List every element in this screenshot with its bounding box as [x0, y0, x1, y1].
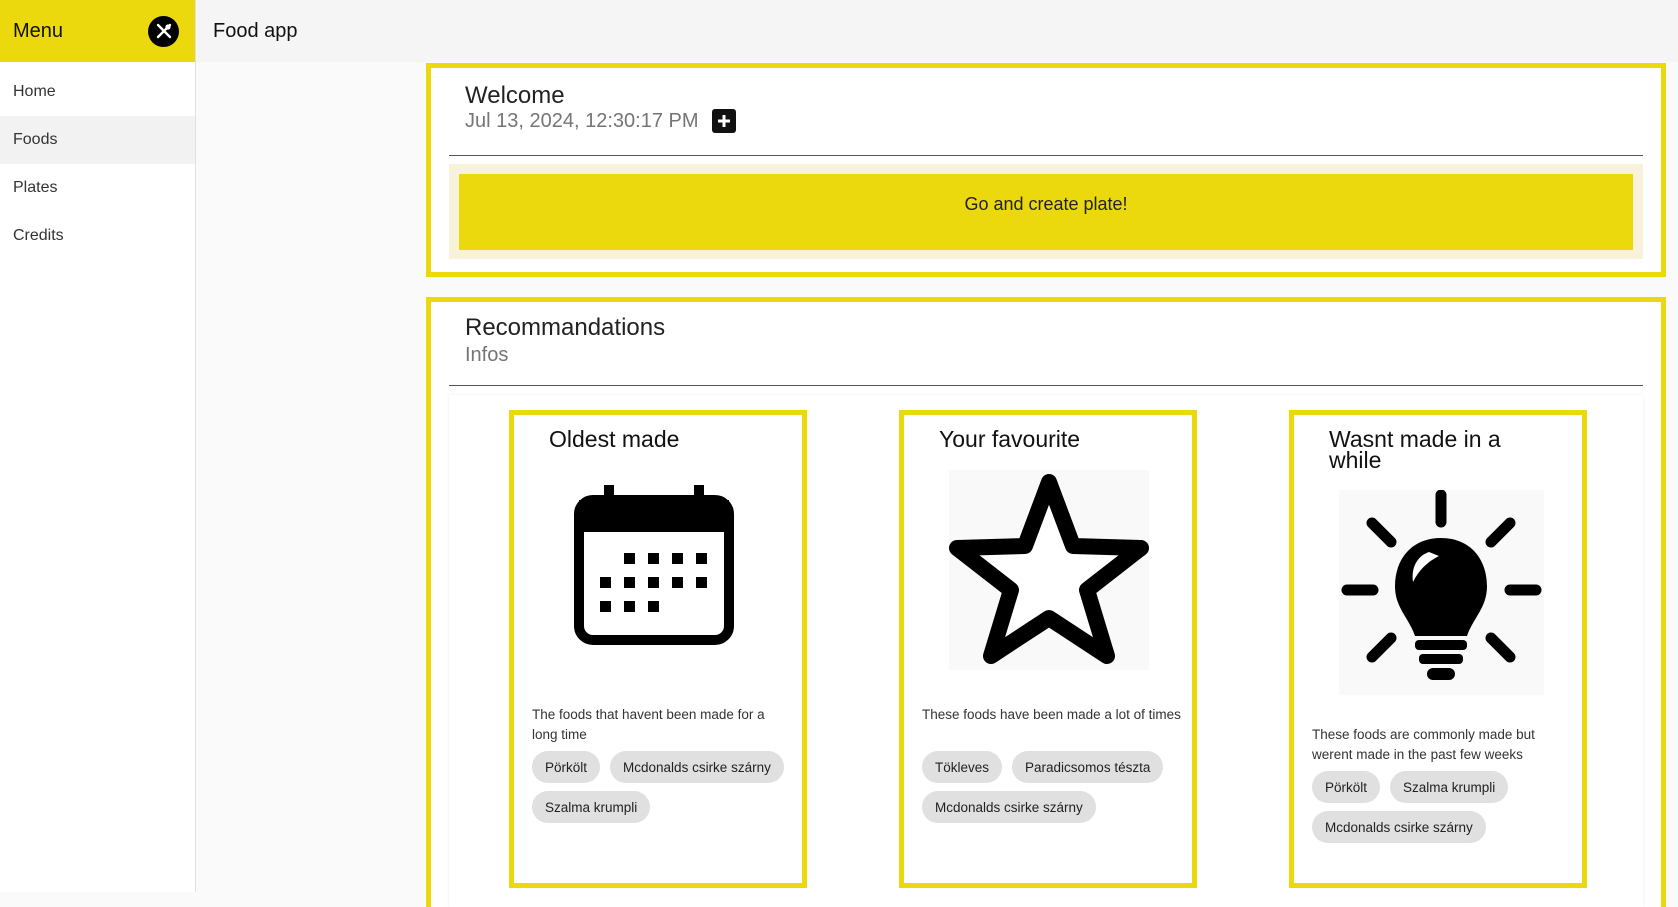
rec-card-title: Oldest made — [549, 426, 680, 452]
nav-list: Home Foods Plates Credits — [0, 62, 195, 260]
recommendations-body: Oldest made The foods that havent been m… — [449, 395, 1643, 907]
sidebar-item-plates[interactable]: Plates — [0, 164, 195, 212]
welcome-card: Welcome Jul 13, 2024, 12:30:17 PM Go and… — [426, 63, 1666, 277]
rec-card-description: These foods are commonly made but werent… — [1312, 727, 1535, 762]
rec-card-favourite: Your favourite These foods have been mad… — [899, 410, 1197, 888]
sidebar-title: Menu — [13, 19, 64, 42]
rec-card-description: The foods that havent been made for a lo… — [532, 707, 765, 742]
chip-list: Pörkölt Mcdonalds csirke szárny Szalma k… — [532, 751, 802, 823]
food-chip[interactable]: Szalma krumpli — [532, 791, 651, 823]
welcome-datetime: Jul 13, 2024, 12:30:17 PM — [465, 110, 699, 132]
chip-list: Pörkölt Szalma krumpli Mcdonalds csirke … — [1312, 771, 1582, 843]
sidebar-item-credits[interactable]: Credits — [0, 212, 195, 260]
recommendations-card: Recommandations Infos Oldest made The fo… — [426, 297, 1666, 907]
rec-card-title: Your favourite — [939, 426, 1081, 452]
create-plate-wrapper: Go and create plate! — [449, 164, 1643, 259]
welcome-divider — [449, 155, 1643, 156]
app-title: Food app — [213, 19, 298, 42]
food-chip[interactable]: Mcdonalds csirke szárny — [922, 791, 1096, 823]
food-chip[interactable]: Pörkölt — [1312, 771, 1381, 803]
recommendations-divider — [449, 385, 1643, 386]
create-plate-button[interactable]: Go and create plate! — [459, 174, 1633, 250]
chip-list: Tökleves Paradicsomos tészta Mcdonalds c… — [922, 751, 1192, 823]
food-chip[interactable]: Mcdonalds csirke szárny — [610, 751, 784, 783]
create-plate-label: Go and create plate! — [964, 193, 1128, 214]
rec-card-description: These foods have been made a lot of time… — [922, 707, 1181, 722]
add-button[interactable] — [712, 109, 736, 133]
rec-card-wasnt-made: Wasnt made in a while These foods are co… — [1289, 410, 1587, 888]
close-menu-button[interactable] — [148, 15, 179, 47]
plus-box-icon — [718, 115, 730, 127]
utensils-close-icon — [156, 23, 171, 39]
calendar-icon — [574, 485, 734, 645]
food-chip[interactable]: Pörkölt — [532, 751, 601, 783]
welcome-title: Welcome — [465, 82, 565, 109]
sidebar-item-foods[interactable]: Foods — [0, 116, 195, 164]
rec-card-oldest: Oldest made The foods that havent been m… — [509, 410, 807, 888]
star-icon — [949, 470, 1149, 670]
lightbulb-icon — [1339, 490, 1544, 695]
top-bar: Food app — [196, 0, 1678, 62]
food-chip[interactable]: Mcdonalds csirke szárny — [1312, 811, 1486, 843]
sidebar-header: Menu — [0, 0, 195, 62]
sidebar-item-home[interactable]: Home — [0, 68, 195, 116]
food-chip[interactable]: Szalma krumpli — [1390, 771, 1509, 803]
food-chip[interactable]: Tökleves — [922, 751, 1003, 783]
sidebar: Menu Home Foods Plates Credits — [0, 0, 196, 892]
food-chip[interactable]: Paradicsomos tészta — [1012, 751, 1164, 783]
recommendations-title: Recommandations — [465, 314, 666, 341]
recommendations-subtitle: Infos — [465, 344, 509, 366]
rec-card-title: Wasnt made in a while — [1329, 426, 1501, 473]
